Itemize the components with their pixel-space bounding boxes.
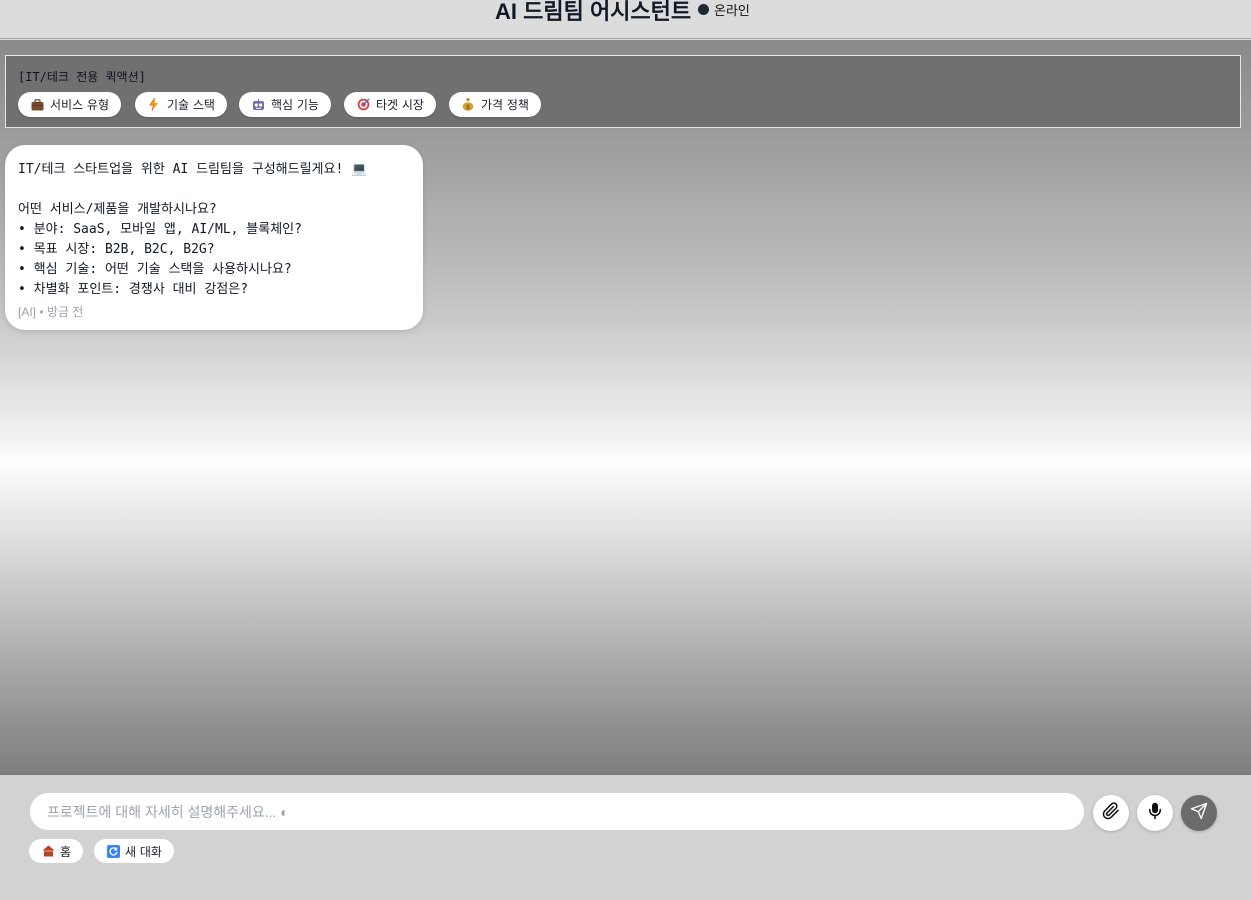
money-bag-icon: $ — [461, 98, 475, 112]
status-label: 온라인 — [714, 2, 750, 18]
new-chat-label: 새 대화 — [125, 844, 162, 859]
quick-action-title: [IT/테크 전용 퀵액션] — [18, 70, 146, 84]
send-icon — [1190, 802, 1208, 824]
quick-action-label: 서비스 유형 — [50, 98, 110, 112]
new-chat-button[interactable]: 새 대화 — [94, 839, 174, 863]
microphone-icon — [1146, 802, 1164, 824]
quick-action-core-features[interactable]: 핵심 기능 — [239, 92, 331, 117]
lightning-icon — [147, 98, 161, 112]
quick-action-label: 기술 스택 — [167, 98, 215, 112]
app-header: AI 드림팀 어시스턴트 온라인 — [0, 0, 1251, 39]
message-input[interactable] — [47, 803, 1084, 820]
quick-action-tech-stack[interactable]: 기술 스택 — [135, 92, 227, 117]
refresh-icon — [106, 844, 120, 858]
home-button[interactable]: 홈 — [29, 839, 84, 863]
paperclip-icon — [1102, 802, 1120, 824]
quick-action-panel: [IT/테크 전용 퀵액션] 서비스 유형 기술 스택 핵심 기능 타겟 시장 … — [5, 55, 1241, 128]
message-line: • 핵심 기술: 어떤 기술 스택을 사용하시나요? — [18, 262, 292, 277]
message-line: IT/테크 스타트업을 위한 AI 드림팀을 구성해드릴게요! 💻 — [18, 162, 368, 177]
home-label: 홈 — [60, 844, 72, 859]
message-line: • 목표 시장: B2B, B2C, B2G? — [18, 242, 215, 257]
message-input-wrapper[interactable] — [29, 792, 1085, 831]
quick-action-pricing[interactable]: $ 가격 정책 — [449, 92, 541, 117]
status-dot-icon — [698, 3, 709, 15]
svg-text:$: $ — [466, 104, 470, 111]
quick-action-target-market[interactable]: 타겟 시장 — [344, 92, 436, 117]
robot-icon — [251, 98, 265, 112]
status-indicator: 온라인 — [698, 1, 750, 18]
attach-button[interactable] — [1093, 795, 1129, 831]
message-line: 어떤 서비스/제품을 개발하시나요? — [18, 202, 217, 217]
quick-action-service-type[interactable]: 서비스 유형 — [18, 92, 122, 117]
target-icon — [356, 98, 370, 112]
quick-action-label: 핵심 기능 — [271, 98, 319, 112]
message-line: • 차별화 포인트: 경쟁사 대비 강점은? — [18, 282, 249, 297]
message-line: • 분야: SaaS, 모바일 앱, AI/ML, 블록체인? — [18, 222, 302, 237]
briefcase-icon — [30, 98, 44, 112]
message-meta: [AI] • 방금 전 — [18, 305, 84, 319]
house-icon — [41, 844, 55, 858]
quick-action-label: 가격 정책 — [481, 98, 529, 112]
quick-action-label: 타겟 시장 — [376, 98, 424, 112]
app-title: AI 드림팀 어시스턴트 — [495, 0, 692, 24]
ai-message-bubble: IT/테크 스타트업을 위한 AI 드림팀을 구성해드릴게요! 💻 어떤 서비스… — [5, 145, 423, 330]
send-button[interactable] — [1181, 795, 1217, 831]
microphone-button[interactable] — [1137, 795, 1173, 831]
